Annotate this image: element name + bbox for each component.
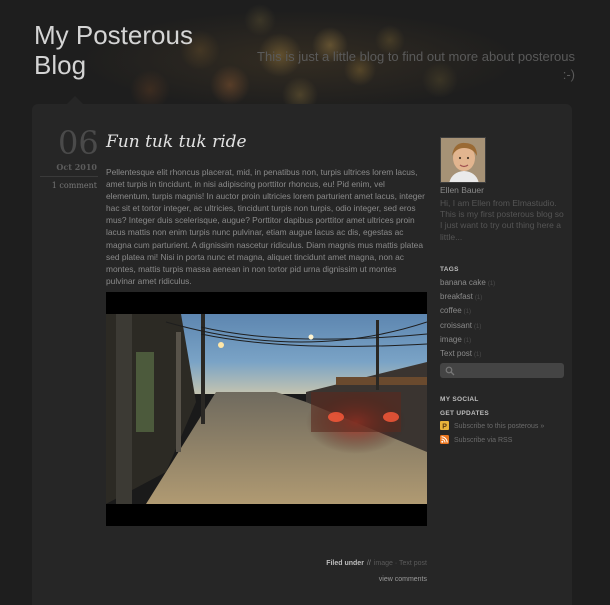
filed-under: Filed under//image · Text post <box>290 560 427 567</box>
tag-item[interactable]: Text post (1) <box>440 349 495 363</box>
tag-count: (1) <box>474 295 483 302</box>
tag-label[interactable]: banana cake <box>440 278 486 287</box>
subscribe-posterous-label: Subscribe to this posterous » <box>454 423 545 430</box>
view-comments-link[interactable]: view comments <box>340 576 427 583</box>
subscribe-rss-link[interactable]: Subscribe via RSS <box>440 435 512 444</box>
street-photo-image <box>106 314 427 504</box>
tag-count: (1) <box>463 309 471 316</box>
tag-count: (1) <box>474 351 482 358</box>
tags-heading: TAGS <box>440 266 459 273</box>
filed-tags[interactable]: image · Text post <box>374 560 427 567</box>
tag-item[interactable]: image (1) <box>440 335 495 349</box>
avatar-image <box>441 138 485 182</box>
tag-item[interactable]: banana cake (1) <box>440 278 495 292</box>
date-divider <box>40 176 98 177</box>
tag-count: (1) <box>463 337 472 344</box>
tag-item[interactable]: breakfast (1) <box>440 292 495 306</box>
avatar[interactable] <box>440 137 486 183</box>
filed-separator: // <box>366 560 371 567</box>
author-name: Ellen Bauer <box>440 185 484 195</box>
tag-count: (1) <box>474 323 482 330</box>
tag-label[interactable]: breakfast <box>440 292 473 301</box>
post-date-month: Oct 2010 <box>56 162 97 172</box>
tag-item[interactable]: croissant (1) <box>440 321 495 335</box>
comment-count-link[interactable]: 1 comment <box>40 181 97 190</box>
post-photo[interactable] <box>106 292 427 526</box>
author-bio: Hi, I am Ellen from Elmastudio. This is … <box>440 198 564 242</box>
tag-label[interactable]: croissant <box>440 321 472 330</box>
tag-count: (1) <box>487 281 496 287</box>
site-tagline: This is just a little blog to find out m… <box>257 49 575 82</box>
subscribe-posterous-link[interactable]: P Subscribe to this posterous » <box>440 421 544 430</box>
post-body: Pellentesque elit rhoncus placerat, mid,… <box>106 167 425 286</box>
tag-item[interactable]: coffee (1) <box>440 306 495 320</box>
post-title[interactable]: Fun tuk tuk ride <box>106 132 247 152</box>
subscribe-rss-label: Subscribe via RSS <box>454 437 513 444</box>
filed-under-label: Filed under <box>326 560 364 567</box>
posterous-icon: P <box>440 421 449 430</box>
search-input[interactable] <box>440 363 564 378</box>
tag-label[interactable]: image <box>440 335 462 344</box>
rss-icon <box>440 435 449 444</box>
tag-label[interactable]: coffee <box>440 306 462 315</box>
updates-heading: GET UPDATES <box>440 410 490 417</box>
svg-text:P: P <box>442 423 447 430</box>
tag-label[interactable]: Text post <box>440 349 472 358</box>
site-title[interactable]: My Posterous Blog <box>34 20 214 80</box>
search-icon <box>445 366 455 376</box>
panel-notch <box>66 96 84 105</box>
social-heading: MY SOCIAL <box>440 396 479 403</box>
post-date-day: 06 <box>58 124 99 162</box>
tag-list: banana cake (1) breakfast (1) coffee (1) cr… <box>440 278 495 363</box>
